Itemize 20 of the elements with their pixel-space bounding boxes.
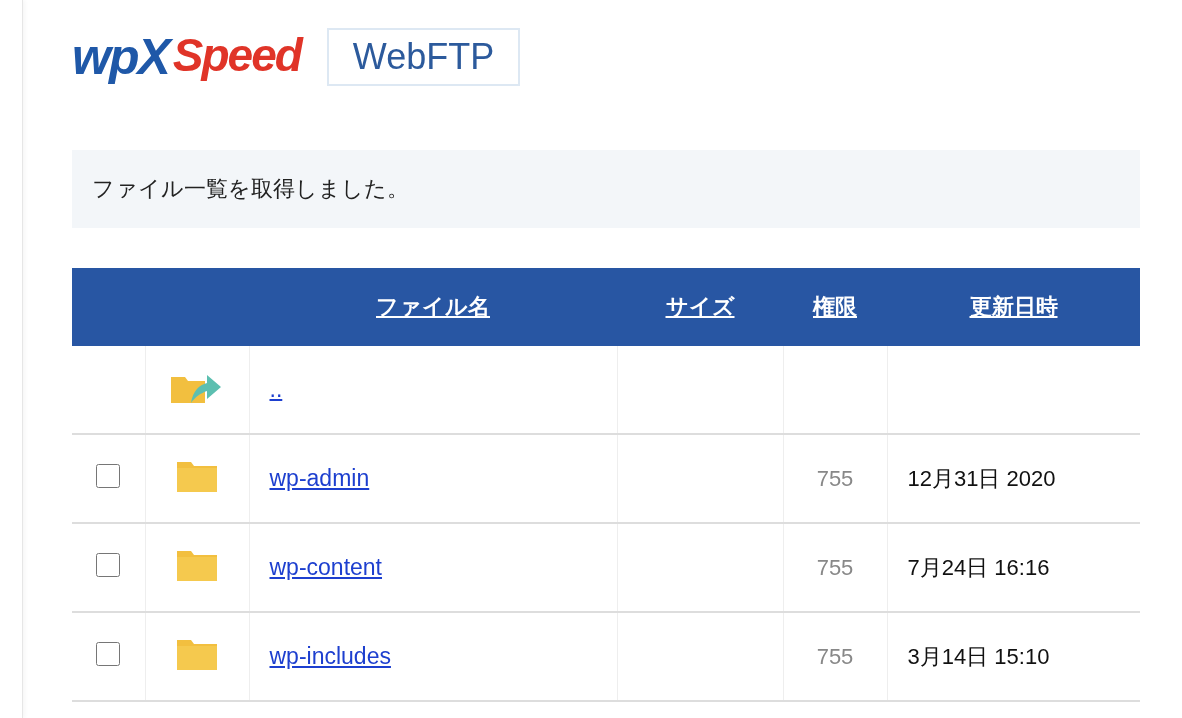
status-message: ファイル一覧を取得しました。 (72, 150, 1140, 228)
modified-date: 7月24日 16:16 (907, 554, 1050, 580)
permission-text: 755 (816, 554, 854, 580)
file-name-link[interactable]: .. (269, 376, 283, 402)
modified-date: 12月31日 2020 (907, 465, 1056, 491)
app-badge: WebFTP (326, 28, 521, 86)
permission-text: 755 (816, 465, 854, 491)
column-header-link[interactable]: ファイル名 (376, 294, 490, 319)
column-header-link[interactable]: サイズ (665, 294, 735, 319)
row-checkbox[interactable] (96, 641, 121, 666)
modified-date: 3月14日 15:10 (907, 643, 1050, 669)
permission-text: 755 (816, 643, 854, 669)
column-header-link[interactable]: 権限 (813, 294, 857, 319)
file-name-link[interactable]: wp-includes (269, 643, 391, 669)
file-name-link[interactable]: wp-content (269, 554, 382, 580)
row-checkbox[interactable] (96, 552, 121, 577)
row-checkbox[interactable] (96, 463, 121, 488)
column-header-link[interactable]: 更新日時 (969, 294, 1058, 319)
logo: wpXSpeed (72, 28, 301, 86)
file-name-link[interactable]: wp-admin (269, 465, 370, 491)
